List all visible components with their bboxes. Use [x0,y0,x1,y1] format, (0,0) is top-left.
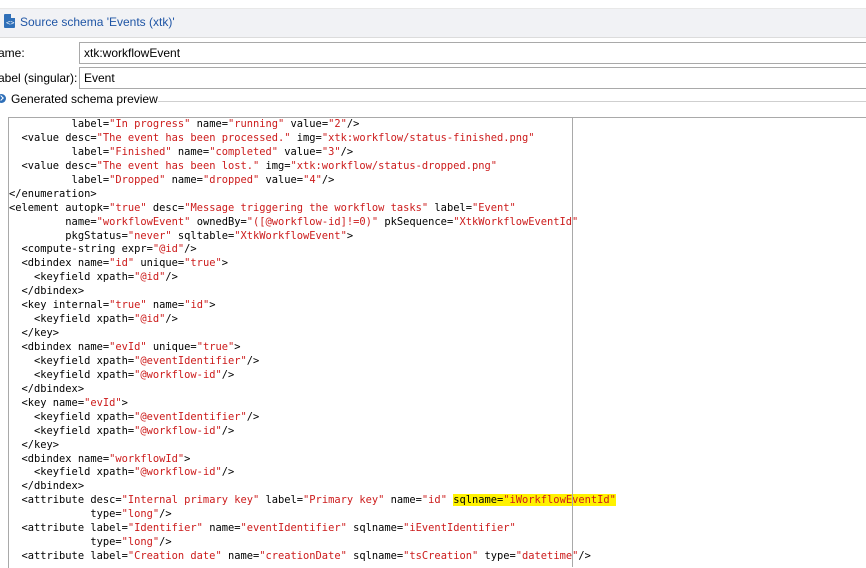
search-highlight: sqlname="iWorkflowEventId" [453,494,616,507]
code-line: </dbindex> [9,480,85,493]
label-singular-field[interactable]: Event [79,67,866,89]
code-line: name="workflowEvent" ownedBy="([@workflo… [9,215,579,228]
code-line: <attribute label="Identifier" name="even… [9,522,516,535]
code-line: <attribute label="Creation date" name="c… [9,550,591,563]
code-line: <element autopk="true" desc="Message tri… [9,201,516,214]
code-line: label="Dropped" name="dropped" value="4"… [9,173,335,186]
top-strip [0,0,866,9]
code-line: </key> [9,438,60,451]
code-line: <dbindex name="evId" unique="true"> [9,341,241,353]
code-line: <value desc="The event has been processe… [9,131,535,144]
code-line: <keyfield xpath="@id"/> [9,271,178,284]
chevron-down-icon[interactable] [0,94,6,103]
code-line: <dbindex name="workflowId"> [9,452,191,465]
code-line: <value desc="The event has been lost." i… [9,159,497,172]
code-line: type="long"/> [9,508,172,521]
generated-schema-preview-toggle[interactable]: Generated schema preview [0,92,866,111]
code-line: type="long"/> [9,536,172,549]
code-line: </dbindex> [9,285,85,298]
name-label: ame: [0,46,25,60]
name-field[interactable]: xtk:workflowEvent [79,42,866,64]
code-line: pkgStatus="never" sqltable="XtkWorkflowE… [9,229,354,242]
code-line: label="In progress" name="running" value… [9,118,360,130]
xml-document-icon: <> [4,14,15,28]
code-line: <compute-string expr="@id"/> [9,243,197,256]
code-line: <keyfield xpath="@eventIdentifier"/> [9,410,260,423]
code-line: </key> [9,327,60,340]
code-line: </enumeration> [9,187,97,200]
window-title: Source schema 'Events (xtk)' [20,15,175,29]
code-line: label="Finished" name="completed" value=… [9,145,354,158]
code-line: <keyfield xpath="@workflow-id"/> [9,424,235,437]
code-line: <attribute desc="Internal primary key" l… [9,494,616,507]
code-line: </dbindex> [9,382,85,395]
editor-column-guide [572,117,573,567]
section-divider [158,101,866,102]
code-line: <keyfield xpath="@eventIdentifier"/> [9,354,260,367]
title-bar: <> Source schema 'Events (xtk)' [0,9,866,38]
code-line: <keyfield xpath="@id"/> [9,313,178,326]
code-line: <key name="evId"> [9,396,128,409]
code-line: <keyfield xpath="@workflow-id"/> [9,368,235,381]
code-line: <keyfield xpath="@workflow-id"/> [9,466,235,479]
schema-preview-editor[interactable]: label="In progress" name="running" value… [8,117,866,568]
preview-section-label: Generated schema preview [11,92,158,106]
label-singular-label: abel (singular): [0,71,78,85]
code-line: <key internal="true" name="id"> [9,299,216,312]
code-line: <dbindex name="id" unique="true"> [9,257,228,270]
code-content: label="In progress" name="running" value… [9,118,616,564]
